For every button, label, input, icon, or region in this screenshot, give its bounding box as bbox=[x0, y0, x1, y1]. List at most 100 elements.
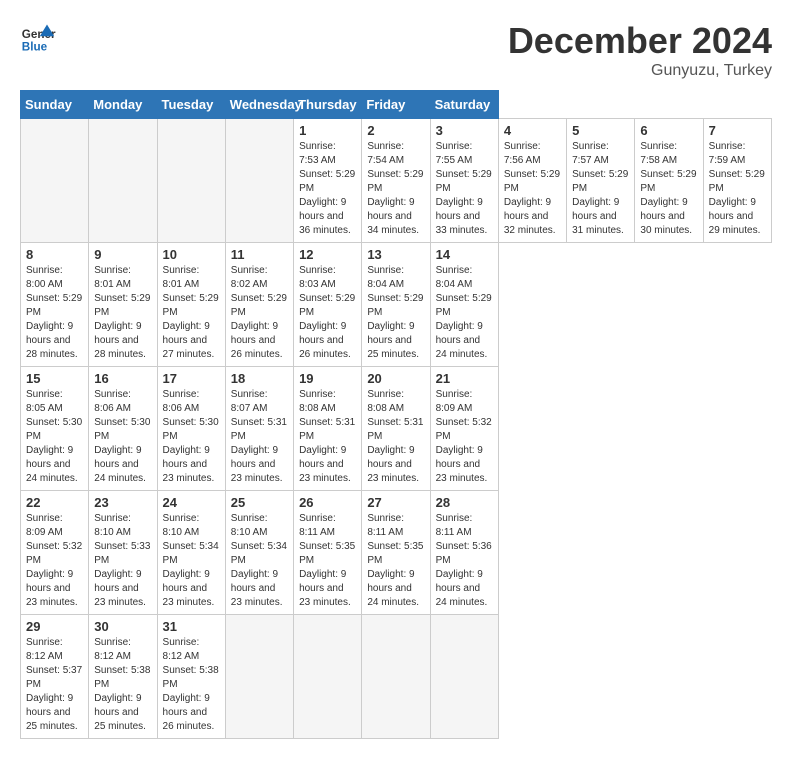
calendar-cell: 13 Sunrise: 8:04 AM Sunset: 5:29 PM Dayli… bbox=[362, 243, 430, 367]
day-info: Sunrise: 7:53 AM Sunset: 5:29 PM Dayligh… bbox=[299, 140, 356, 238]
weekday-header-friday: Friday bbox=[362, 91, 430, 119]
day-number: 14 bbox=[436, 247, 493, 262]
day-info: Sunrise: 7:57 AM Sunset: 5:29 PM Dayligh… bbox=[572, 140, 629, 238]
day-info: Sunrise: 8:04 AM Sunset: 5:29 PM Dayligh… bbox=[436, 264, 493, 362]
day-info: Sunrise: 8:08 AM Sunset: 5:31 PM Dayligh… bbox=[367, 388, 424, 486]
day-info: Sunrise: 8:03 AM Sunset: 5:29 PM Dayligh… bbox=[299, 264, 356, 362]
calendar-cell bbox=[430, 615, 498, 739]
day-number: 6 bbox=[640, 123, 697, 138]
day-info: Sunrise: 8:09 AM Sunset: 5:32 PM Dayligh… bbox=[436, 388, 493, 486]
day-number: 3 bbox=[436, 123, 493, 138]
calendar-cell: 17 Sunrise: 8:06 AM Sunset: 5:30 PM Dayli… bbox=[157, 367, 225, 491]
day-number: 10 bbox=[163, 247, 220, 262]
calendar-cell bbox=[21, 119, 89, 243]
calendar-cell bbox=[362, 615, 430, 739]
day-info: Sunrise: 8:11 AM Sunset: 5:35 PM Dayligh… bbox=[299, 512, 356, 610]
calendar-cell bbox=[89, 119, 157, 243]
day-info: Sunrise: 8:06 AM Sunset: 5:30 PM Dayligh… bbox=[163, 388, 220, 486]
day-info: Sunrise: 8:12 AM Sunset: 5:38 PM Dayligh… bbox=[94, 636, 151, 734]
day-number: 13 bbox=[367, 247, 424, 262]
day-info: Sunrise: 7:59 AM Sunset: 5:29 PM Dayligh… bbox=[709, 140, 766, 238]
calendar-cell: 28 Sunrise: 8:11 AM Sunset: 5:36 PM Dayli… bbox=[430, 491, 498, 615]
calendar-cell bbox=[294, 615, 362, 739]
day-number: 4 bbox=[504, 123, 561, 138]
day-number: 11 bbox=[231, 247, 288, 262]
day-number: 17 bbox=[163, 371, 220, 386]
calendar-cell: 12Sunrise: 8:03 AM Sunset: 5:29 PM Dayli… bbox=[294, 243, 362, 367]
day-number: 22 bbox=[26, 495, 83, 510]
day-number: 29 bbox=[26, 619, 83, 634]
calendar-cell: 20 Sunrise: 8:08 AM Sunset: 5:31 PM Dayli… bbox=[362, 367, 430, 491]
day-info: Sunrise: 8:10 AM Sunset: 5:34 PM Dayligh… bbox=[163, 512, 220, 610]
day-info: Sunrise: 8:05 AM Sunset: 5:30 PM Dayligh… bbox=[26, 388, 83, 486]
calendar-cell bbox=[225, 615, 293, 739]
day-number: 15 bbox=[26, 371, 83, 386]
calendar-cell: 30 Sunrise: 8:12 AM Sunset: 5:38 PM Dayli… bbox=[89, 615, 157, 739]
calendar-cell: 15 Sunrise: 8:05 AM Sunset: 5:30 PM Dayli… bbox=[21, 367, 89, 491]
location-title: Gunyuzu, Turkey bbox=[508, 62, 772, 80]
calendar-cell: 7Sunrise: 7:59 AM Sunset: 5:29 PM Daylig… bbox=[703, 119, 771, 243]
day-info: Sunrise: 8:00 AM Sunset: 5:29 PM Dayligh… bbox=[26, 264, 83, 362]
day-number: 18 bbox=[231, 371, 288, 386]
calendar-cell: 21 Sunrise: 8:09 AM Sunset: 5:32 PM Dayli… bbox=[430, 367, 498, 491]
day-number: 30 bbox=[94, 619, 151, 634]
calendar-cell: 4 Sunrise: 7:56 AM Sunset: 5:29 PM Daylig… bbox=[498, 119, 566, 243]
calendar-cell: 6Sunrise: 7:58 AM Sunset: 5:29 PM Daylig… bbox=[635, 119, 703, 243]
day-info: Sunrise: 7:56 AM Sunset: 5:29 PM Dayligh… bbox=[504, 140, 561, 238]
day-info: Sunrise: 7:55 AM Sunset: 5:29 PM Dayligh… bbox=[436, 140, 493, 238]
day-info: Sunrise: 8:11 AM Sunset: 5:36 PM Dayligh… bbox=[436, 512, 493, 610]
calendar-cell: 2Sunrise: 7:54 AM Sunset: 5:29 PM Daylig… bbox=[362, 119, 430, 243]
logo: General Blue bbox=[20, 20, 56, 56]
day-info: Sunrise: 8:08 AM Sunset: 5:31 PM Dayligh… bbox=[299, 388, 356, 486]
weekday-header-thursday: Thursday bbox=[294, 91, 362, 119]
day-number: 20 bbox=[367, 371, 424, 386]
calendar-cell: 9Sunrise: 8:01 AM Sunset: 5:29 PM Daylig… bbox=[89, 243, 157, 367]
calendar-cell: 27Sunrise: 8:11 AM Sunset: 5:35 PM Dayli… bbox=[362, 491, 430, 615]
day-info: Sunrise: 8:07 AM Sunset: 5:31 PM Dayligh… bbox=[231, 388, 288, 486]
calendar-cell: 19 Sunrise: 8:08 AM Sunset: 5:31 PM Dayli… bbox=[294, 367, 362, 491]
day-number: 21 bbox=[436, 371, 493, 386]
day-info: Sunrise: 8:01 AM Sunset: 5:29 PM Dayligh… bbox=[163, 264, 220, 362]
day-number: 31 bbox=[163, 619, 220, 634]
calendar-cell: 1 Sunrise: 7:53 AM Sunset: 5:29 PM Daylig… bbox=[294, 119, 362, 243]
day-info: Sunrise: 7:54 AM Sunset: 5:29 PM Dayligh… bbox=[367, 140, 424, 238]
calendar-cell bbox=[157, 119, 225, 243]
day-number: 8 bbox=[26, 247, 83, 262]
day-number: 28 bbox=[436, 495, 493, 510]
day-info: Sunrise: 8:10 AM Sunset: 5:34 PM Dayligh… bbox=[231, 512, 288, 610]
day-info: Sunrise: 8:06 AM Sunset: 5:30 PM Dayligh… bbox=[94, 388, 151, 486]
calendar-cell: 22Sunrise: 8:09 AM Sunset: 5:32 PM Dayli… bbox=[21, 491, 89, 615]
day-info: Sunrise: 8:02 AM Sunset: 5:29 PM Dayligh… bbox=[231, 264, 288, 362]
day-number: 16 bbox=[94, 371, 151, 386]
day-info: Sunrise: 8:11 AM Sunset: 5:35 PM Dayligh… bbox=[367, 512, 424, 610]
day-number: 5 bbox=[572, 123, 629, 138]
day-info: Sunrise: 8:12 AM Sunset: 5:38 PM Dayligh… bbox=[163, 636, 220, 734]
calendar-cell: 8 Sunrise: 8:00 AM Sunset: 5:29 PM Daylig… bbox=[21, 243, 89, 367]
calendar-cell: 14 Sunrise: 8:04 AM Sunset: 5:29 PM Dayli… bbox=[430, 243, 498, 367]
calendar-cell: 31 Sunrise: 8:12 AM Sunset: 5:38 PM Dayli… bbox=[157, 615, 225, 739]
day-number: 24 bbox=[163, 495, 220, 510]
calendar-cell: 10 Sunrise: 8:01 AM Sunset: 5:29 PM Dayli… bbox=[157, 243, 225, 367]
day-number: 1 bbox=[299, 123, 356, 138]
month-title: December 2024 bbox=[508, 20, 772, 62]
calendar-cell: 29Sunrise: 8:12 AM Sunset: 5:37 PM Dayli… bbox=[21, 615, 89, 739]
calendar-cell: 16 Sunrise: 8:06 AM Sunset: 5:30 PM Dayli… bbox=[89, 367, 157, 491]
calendar-cell: 5 Sunrise: 7:57 AM Sunset: 5:29 PM Daylig… bbox=[567, 119, 635, 243]
calendar-cell bbox=[225, 119, 293, 243]
day-number: 23 bbox=[94, 495, 151, 510]
calendar-cell: 25 Sunrise: 8:10 AM Sunset: 5:34 PM Dayli… bbox=[225, 491, 293, 615]
calendar-week-2: 8 Sunrise: 8:00 AM Sunset: 5:29 PM Daylig… bbox=[21, 243, 772, 367]
day-number: 19 bbox=[299, 371, 356, 386]
calendar-week-4: 22Sunrise: 8:09 AM Sunset: 5:32 PM Dayli… bbox=[21, 491, 772, 615]
logo-icon: General Blue bbox=[20, 20, 56, 56]
weekday-header-sunday: Sunday bbox=[21, 91, 89, 119]
calendar-cell: 23Sunrise: 8:10 AM Sunset: 5:33 PM Dayli… bbox=[89, 491, 157, 615]
calendar-week-5: 29Sunrise: 8:12 AM Sunset: 5:37 PM Dayli… bbox=[21, 615, 772, 739]
title-area: December 2024 Gunyuzu, Turkey bbox=[508, 20, 772, 80]
calendar-week-3: 15 Sunrise: 8:05 AM Sunset: 5:30 PM Dayli… bbox=[21, 367, 772, 491]
header: General Blue December 2024 Gunyuzu, Turk… bbox=[20, 20, 772, 80]
day-number: 25 bbox=[231, 495, 288, 510]
day-info: Sunrise: 8:04 AM Sunset: 5:29 PM Dayligh… bbox=[367, 264, 424, 362]
calendar-cell: 18 Sunrise: 8:07 AM Sunset: 5:31 PM Dayli… bbox=[225, 367, 293, 491]
calendar-cell: 24 Sunrise: 8:10 AM Sunset: 5:34 PM Dayli… bbox=[157, 491, 225, 615]
